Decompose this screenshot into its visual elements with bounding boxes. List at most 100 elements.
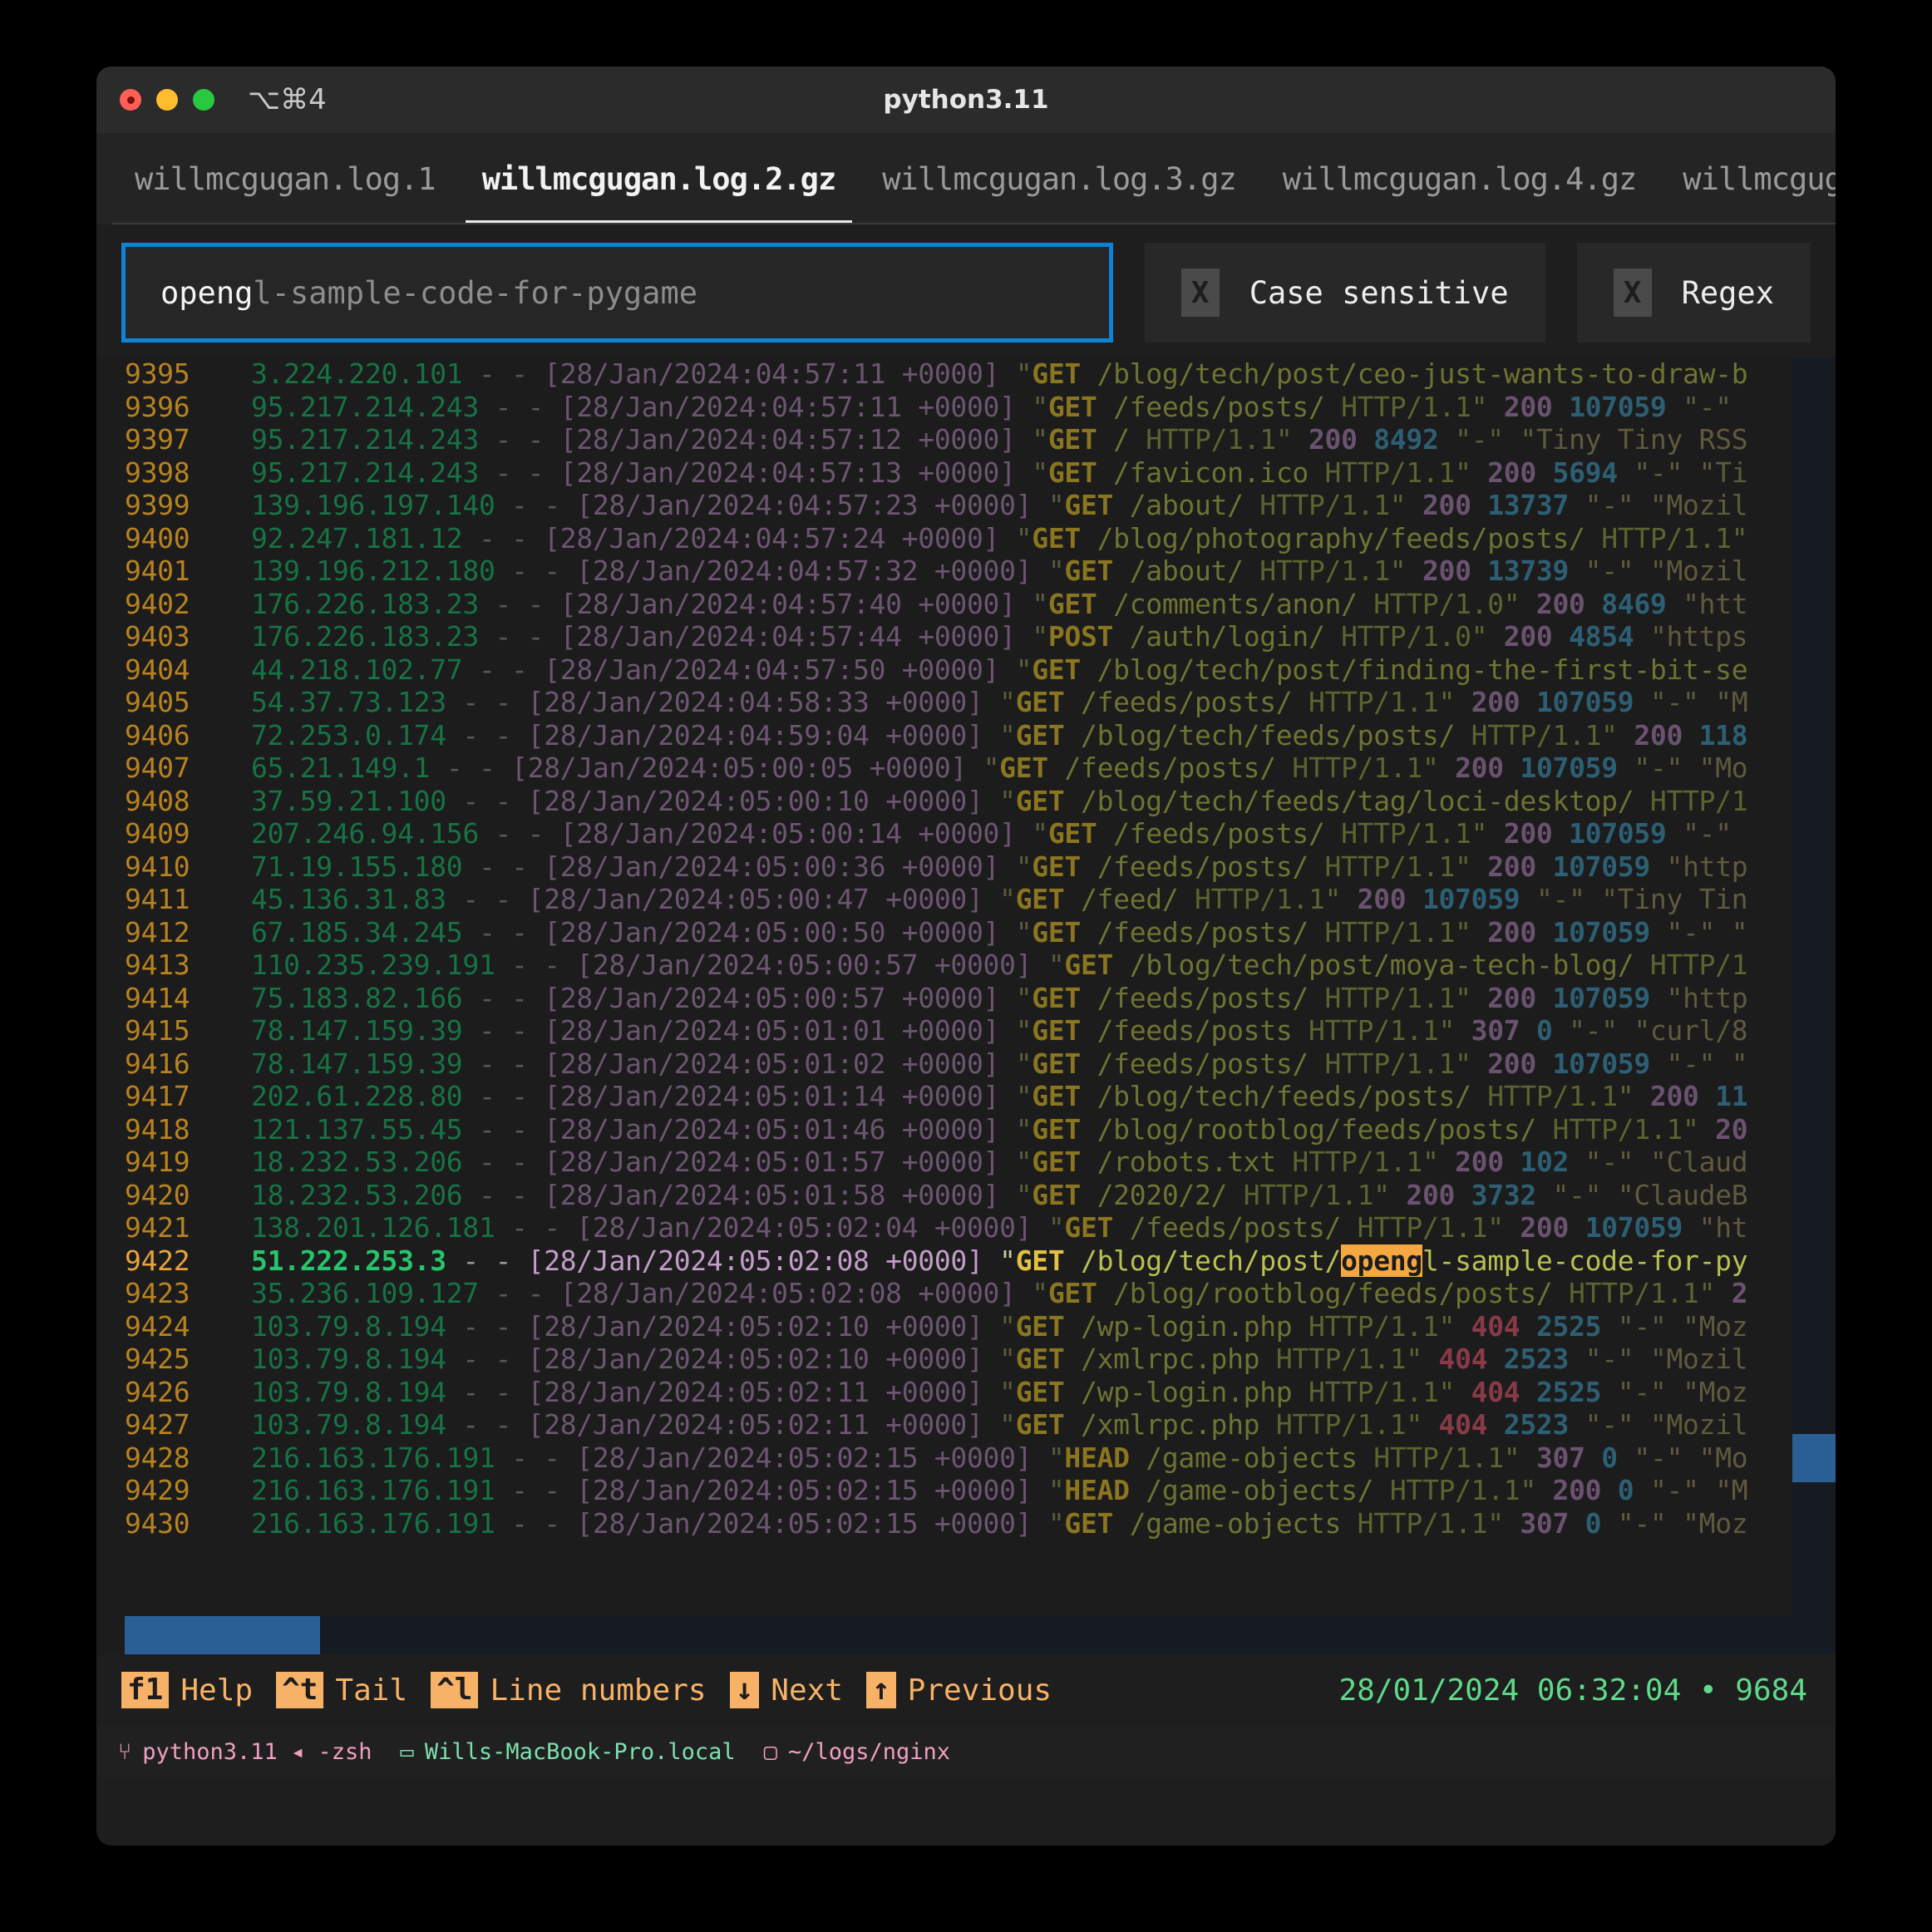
horizontal-scrollbar-thumb[interactable] xyxy=(125,1616,320,1654)
log-timestamp: [28/Jan/2024:05:02:11 +0000] xyxy=(527,1408,983,1441)
log-line[interactable]: 9428 216.163.176.191 - - [28/Jan/2024:05:… xyxy=(96,1442,1792,1475)
key-binding-next[interactable]: ↓ Next xyxy=(729,1672,843,1708)
log-line[interactable]: 9429 216.163.176.191 - - [28/Jan/2024:05:… xyxy=(96,1474,1792,1507)
log-line[interactable]: 9401 139.196.212.180 - - [28/Jan/2024:04:… xyxy=(96,554,1792,588)
zoom-button[interactable] xyxy=(193,89,214,111)
log-line[interactable]: 9417 202.61.228.80 - - [28/Jan/2024:05:01… xyxy=(96,1080,1792,1113)
log-line[interactable]: 9404 44.218.102.77 - - [28/Jan/2024:04:57… xyxy=(96,653,1792,687)
case-sensitive-toggle[interactable]: X Case sensitive xyxy=(1144,243,1545,343)
log-line[interactable]: 9398 95.217.214.243 - - [28/Jan/2024:04:5… xyxy=(96,456,1792,490)
log-line[interactable]: 9414 75.183.82.166 - - [28/Jan/2024:05:00… xyxy=(96,982,1792,1015)
tab-willmcgugan-log-4-gz[interactable]: willmcgugan.log.4.gz xyxy=(1259,133,1660,224)
log-line[interactable]: 9409 207.246.94.156 - - [28/Jan/2024:05:0… xyxy=(96,817,1792,850)
log-line[interactable]: 9397 95.217.214.243 - - [28/Jan/2024:04:5… xyxy=(96,423,1792,456)
log-dashes: - - xyxy=(462,653,545,686)
vertical-scrollbar-thumb[interactable] xyxy=(1792,1434,1836,1482)
log-path: /feed/ xyxy=(1081,883,1179,915)
search-input-suggestion-text: l-sample-code-for-pygame xyxy=(253,274,698,311)
tab-willmcgugan-log-1[interactable]: willmcgugan.log.1 xyxy=(111,133,459,224)
search-input[interactable]: openg l-sample-code-for-pygame xyxy=(121,243,1113,343)
log-quote: " xyxy=(1032,620,1048,653)
log-dashes: - - xyxy=(446,1343,528,1375)
log-timestamp: [28/Jan/2024:05:02:10 +0000] xyxy=(527,1309,983,1343)
key-label-line-numbers: Line numbers xyxy=(490,1673,707,1708)
log-line[interactable]: 9423 35.236.109.127 - - [28/Jan/2024:05:0… xyxy=(96,1277,1792,1310)
log-response-size: 107059 xyxy=(1585,1211,1683,1244)
key-label-help: Help xyxy=(180,1673,254,1708)
log-line[interactable]: 9430 216.163.176.191 - - [28/Jan/2024:05:… xyxy=(96,1507,1792,1540)
regex-toggle[interactable]: X Regex xyxy=(1576,243,1811,343)
log-line[interactable]: 9395 3.224.220.101 - - [28/Jan/2024:04:57… xyxy=(96,357,1792,391)
log-line[interactable]: 9411 45.136.31.83 - - [28/Jan/2024:05:00:… xyxy=(96,883,1792,916)
log-line[interactable]: 9425 103.79.8.194 - - [28/Jan/2024:05:02:… xyxy=(96,1343,1792,1376)
log-ip: 138.201.126.181 xyxy=(251,1211,495,1244)
log-line[interactable]: 9424 103.79.8.194 - - [28/Jan/2024:05:02:… xyxy=(96,1310,1792,1343)
tab-willmcgugan-log-5-gz[interactable]: willmcgugan.l xyxy=(1659,133,1836,224)
log-line[interactable]: 9419 18.232.53.206 - - [28/Jan/2024:05:01… xyxy=(96,1146,1792,1179)
key-binding-help[interactable]: f1 Help xyxy=(121,1672,253,1708)
log-status-code: 20 xyxy=(1715,1112,1748,1146)
log-line[interactable]: 9402 176.226.183.23 - - [28/Jan/2024:04:5… xyxy=(96,588,1792,621)
tab-willmcgugan-log-2-gz[interactable]: willmcgugan.log.2.gz xyxy=(459,133,860,224)
log-quote: " xyxy=(1015,1112,1033,1146)
vertical-scrollbar[interactable] xyxy=(1792,357,1836,1654)
log-line[interactable]: 9415 78.147.159.39 - - [28/Jan/2024:05:01… xyxy=(96,1014,1792,1047)
log-timestamp: [28/Jan/2024:05:00:50 +0000] xyxy=(544,915,1000,949)
log-method: GET xyxy=(999,752,1048,784)
log-line[interactable]: 9405 54.37.73.123 - - [28/Jan/2024:04:58:… xyxy=(96,686,1792,719)
key-binding-previous[interactable]: ↑ Previous xyxy=(865,1672,1052,1708)
log-line[interactable]: 9413 110.235.239.191 - - [28/Jan/2024:05:… xyxy=(96,949,1792,982)
log-status-code: 404 xyxy=(1471,1375,1520,1408)
log-dashes: - - xyxy=(462,1178,545,1211)
log-view[interactable]: 9395 3.224.220.101 - - [28/Jan/2024:04:57… xyxy=(96,357,1836,1654)
log-status-code: 200 xyxy=(1634,718,1683,752)
log-ip: 216.163.176.191 xyxy=(251,1506,495,1540)
log-line[interactable]: 9427 103.79.8.194 - - [28/Jan/2024:05:02:… xyxy=(96,1408,1792,1442)
log-line[interactable]: 9403 176.226.183.23 - - [28/Jan/2024:04:5… xyxy=(96,620,1792,653)
log-quote: " xyxy=(999,686,1016,718)
horizontal-scrollbar[interactable] xyxy=(125,1616,1792,1654)
log-user-agent: "-" "Tiny Tin xyxy=(1535,883,1748,915)
log-user-agent: "-" "Mozil xyxy=(1585,1408,1748,1441)
log-line[interactable]: 9406 72.253.0.174 - - [28/Jan/2024:04:59:… xyxy=(96,719,1792,752)
log-line[interactable]: 9396 95.217.214.243 - - [28/Jan/2024:04:5… xyxy=(96,391,1792,424)
log-line-number: 9407 xyxy=(125,752,190,784)
log-line[interactable]: 9400 92.247.181.12 - - [28/Jan/2024:04:57… xyxy=(96,522,1792,555)
key-binding-line-numbers[interactable]: ^l Line numbers xyxy=(431,1672,707,1708)
case-sensitive-checkbox-icon[interactable]: X xyxy=(1180,269,1220,317)
log-timestamp: [28/Jan/2024:05:00:05 +0000] xyxy=(511,752,967,784)
log-method: GET xyxy=(1032,981,1081,1014)
log-line[interactable]: 9421 138.201.126.181 - - [28/Jan/2024:05:… xyxy=(96,1211,1792,1244)
log-protocol: HTTP/1.1" xyxy=(1569,1277,1716,1309)
log-quote: " xyxy=(999,1343,1016,1375)
regex-checkbox-icon[interactable]: X xyxy=(1613,269,1652,317)
log-line[interactable]: 9412 67.185.34.245 - - [28/Jan/2024:05:00… xyxy=(96,916,1792,949)
key-binding-tail[interactable]: ^t Tail xyxy=(276,1672,407,1708)
log-line-number: 9425 xyxy=(125,1343,190,1375)
minimize-button[interactable] xyxy=(156,89,178,111)
log-line[interactable]: 9408 37.59.21.100 - - [28/Jan/2024:05:00:… xyxy=(96,785,1792,818)
status-path: ▢ ~/logs/nginx xyxy=(764,1739,950,1765)
log-line[interactable]: 9418 121.137.55.45 - - [28/Jan/2024:05:01… xyxy=(96,1113,1792,1146)
log-timestamp: [28/Jan/2024:05:02:11 +0000] xyxy=(527,1375,983,1408)
log-line[interactable]: 9407 65.21.149.1 - - [28/Jan/2024:05:00:0… xyxy=(96,752,1792,785)
log-user-agent: "-" "Claud xyxy=(1585,1146,1748,1178)
log-path: /feeds/posts/ xyxy=(1097,981,1309,1014)
log-response-size: 2525 xyxy=(1535,1309,1602,1343)
log-line[interactable]: 9416 78.147.159.39 - - [28/Jan/2024:05:01… xyxy=(96,1047,1792,1081)
log-path: / xyxy=(1113,423,1130,456)
log-status-code: 200 xyxy=(1487,850,1536,883)
log-line[interactable]: 9426 103.79.8.194 - - [28/Jan/2024:05:02:… xyxy=(96,1376,1792,1409)
search-input-typed-text: openg xyxy=(160,274,254,311)
tab-willmcgugan-log-3-gz[interactable]: willmcgugan.log.3.gz xyxy=(859,133,1259,224)
close-button[interactable] xyxy=(120,89,141,111)
log-timestamp: [28/Jan/2024:05:00:57 +0000] xyxy=(576,949,1033,981)
log-user-agent: "-" "Ti xyxy=(1634,456,1748,489)
log-ip: 95.217.214.243 xyxy=(251,456,479,489)
log-line[interactable]: 9410 71.19.155.180 - - [28/Jan/2024:05:00… xyxy=(96,850,1792,884)
log-line[interactable]: 9399 139.196.197.140 - - [28/Jan/2024:04:… xyxy=(96,489,1792,522)
log-line[interactable]: 9422 51.222.253.3 - - [28/Jan/2024:05:02:… xyxy=(96,1244,1792,1277)
log-dashes: - - xyxy=(462,1146,545,1178)
log-quote: " xyxy=(1015,653,1033,686)
log-line[interactable]: 9420 18.232.53.206 - - [28/Jan/2024:05:01… xyxy=(96,1179,1792,1212)
